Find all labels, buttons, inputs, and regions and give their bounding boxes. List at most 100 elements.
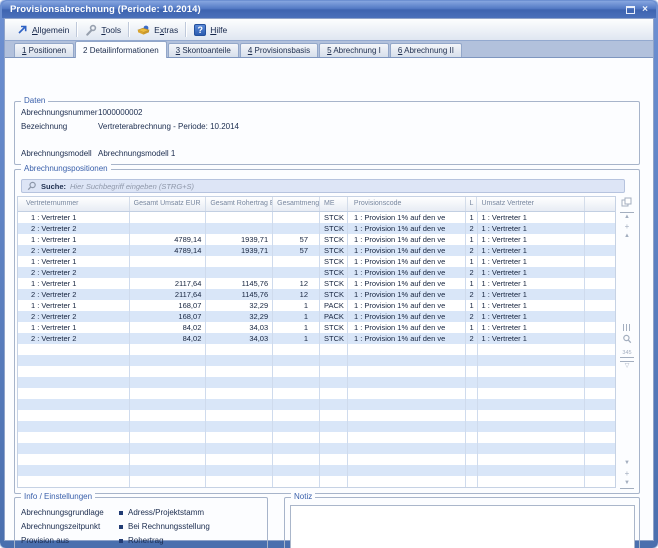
table-cell [206,421,273,432]
table-cell [206,432,273,443]
table-cell: 1 [466,278,478,289]
col-header-vertreternummer[interactable]: Vertreternummer [18,197,130,211]
table-row[interactable]: 2 : Vertreter 2168,0732,291PACK1 : Provi… [18,311,615,322]
titlebar[interactable]: Provisionsabrechnung (Periode: 10.2014) … [2,1,656,18]
table-row-empty[interactable] [18,377,615,388]
table-cell [478,487,586,488]
scroll-up-icon[interactable]: ▲ [620,232,634,241]
tab-provisionsbasis[interactable]: 4 Provisionsbasis [240,43,318,57]
table-cell [585,311,615,322]
table-cell [348,388,466,399]
zoom-search-icon[interactable] [620,334,634,348]
table-cell: 1 [466,212,478,223]
notiz-textarea[interactable] [290,505,635,548]
table-row[interactable]: 2 : Vertreter 2STCK1 : Provision 1% auf … [18,267,615,278]
table-cell: 2 [466,311,478,322]
table-cell [585,344,615,355]
table-cell: 2 : Vertreter 2 [18,245,130,256]
table-cell [273,487,320,488]
abrechnungspositionen-legend: Abrechnungspositionen [21,164,111,174]
table-row-empty[interactable] [18,399,615,410]
tab-abrechnung-2[interactable]: 6 Abrechnung II [390,43,462,57]
notiz-groupbox: Notiz [284,497,640,548]
restore-window-icon[interactable] [626,6,635,14]
tab-detailinformationen[interactable]: 2 Detailinformationen [75,41,167,58]
table-cell: 1939,71 [206,234,273,245]
tab-positionen[interactable]: 1 Positionen [14,43,74,57]
table-row-empty[interactable] [18,366,615,377]
table-row[interactable]: 1 : Vertreter 1STCK1 : Provision 1% auf … [18,256,615,267]
table-cell: 1 : Vertreter 1 [478,300,586,311]
column-chooser-icon[interactable] [619,197,633,211]
scroll-down-icon[interactable]: ▼ [620,459,634,468]
table-row-empty[interactable] [18,443,615,454]
table-cell: 1 : Vertreter 1 [478,256,586,267]
goto-row-icon[interactable]: ▽ [620,361,634,371]
menu-tools-button[interactable]: Tools [79,22,127,38]
table-cell [478,366,586,377]
table-row-empty[interactable] [18,465,615,476]
table-row-empty[interactable] [18,487,615,488]
tab-skontoanteile[interactable]: 3 Skontoanteile [168,43,239,57]
table-row-empty[interactable] [18,388,615,399]
table-cell [18,443,130,454]
table-row[interactable]: 1 : Vertreter 12117,641145,7612STCK1 : P… [18,278,615,289]
table-cell [320,388,348,399]
table-row[interactable]: 1 : Vertreter 1168,0732,291PACK1 : Provi… [18,300,615,311]
col-header-l[interactable]: L [466,197,478,211]
window-title: Provisionsabrechnung (Periode: 10.2014) [2,4,201,15]
table-cell [130,377,207,388]
scroll-to-bottom-icon[interactable]: ▼ [620,479,634,489]
table-cell: 1 [466,300,478,311]
table-cell [18,355,130,366]
col-header-gesamt-rohertrag[interactable]: Gesamt Rohertrag EUR [206,197,273,211]
col-header-me[interactable]: ME [320,197,348,211]
table-cell [466,421,478,432]
table-row[interactable]: 2 : Vertreter 284,0234,031STCK1 : Provis… [18,333,615,344]
col-header-provisionscode[interactable]: Provisionscode [348,197,466,211]
table-row-empty[interactable] [18,344,615,355]
table-cell: 1 : Vertreter 1 [478,267,586,278]
table-cell: 1 : Vertreter 1 [18,256,130,267]
table-cell: STCK [320,278,348,289]
table-cell: 34,03 [206,322,273,333]
table-cell: PACK [320,311,348,322]
menu-label: Extras [154,25,178,35]
table-row-empty[interactable] [18,432,615,443]
table-row-empty[interactable] [18,454,615,465]
table-cell: 2 : Vertreter 2 [18,311,130,322]
row-numbers-icon[interactable]: 345 [620,349,634,358]
tab-abrechnung-1[interactable]: 5 Abrechnung I [319,43,389,57]
table-row[interactable]: 1 : Vertreter 184,0234,031STCK1 : Provis… [18,322,615,333]
col-header-gesamtmenge[interactable]: Gesamtmenge [273,197,320,211]
scroll-page-down-icon[interactable]: + [620,469,634,478]
search-input[interactable] [70,182,619,191]
table-row[interactable]: 1 : Vertreter 14789,141939,7157STCK1 : P… [18,234,615,245]
table-cell [130,256,207,267]
close-window-icon[interactable]: × [642,5,648,15]
abrechnungszeitpunkt-label: Abrechnungszeitpunkt [21,522,100,531]
table-cell [130,476,207,487]
table-row-empty[interactable] [18,410,615,421]
table-row-empty[interactable] [18,476,615,487]
col-header-umsatz-vertreter[interactable]: Umsatz Vertreter [477,197,585,211]
table-row-empty[interactable] [18,421,615,432]
col-header-gesamt-umsatz[interactable]: Gesamt Umsatz EUR [130,197,207,211]
table-cell: 1 : Vertreter 1 [478,212,586,223]
menu-extras-button[interactable]: Extras [131,22,184,38]
menu-allgemein-button[interactable]: Allgemein [11,22,75,37]
table-row[interactable]: 2 : Vertreter 22117,641145,7612STCK1 : P… [18,289,615,300]
scroll-page-up-icon[interactable]: + [620,222,634,231]
table-cell: 1 : Vertreter 1 [478,311,586,322]
table-row[interactable]: 2 : Vertreter 24789,141939,7157STCK1 : P… [18,245,615,256]
table-cell [585,388,615,399]
table-row[interactable]: 2 : Vertreter 2STCK1 : Provision 1% auf … [18,223,615,234]
table-row[interactable]: 1 : Vertreter 1STCK1 : Provision 1% auf … [18,212,615,223]
table-cell [206,443,273,454]
bezeichnung-value: Vertreterabrechnung - Periode: 10.2014 [98,122,239,131]
menu-hilfe-button[interactable]: ? Hilfe [188,22,233,38]
table-row-empty[interactable] [18,355,615,366]
wrench-icon [85,24,97,36]
scroll-to-top-icon[interactable]: ▲ [620,212,634,222]
search-bar[interactable]: Suche: [21,179,625,193]
